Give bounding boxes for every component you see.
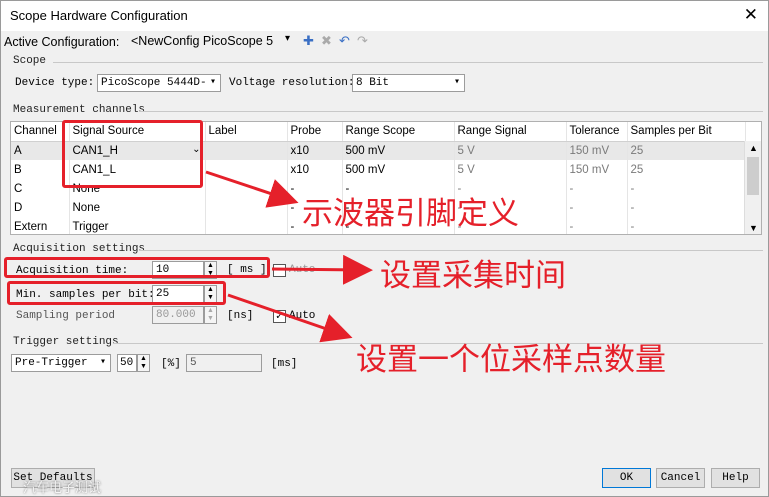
annotation-arrows [205,170,373,343]
arrow-acquisition-time [271,254,373,285]
arrow-min-samples [227,293,353,343]
annotation-pin-definition: 示波器引脚定义 [302,196,519,231]
annotation-acquisition-time: 设置采集时间 [380,258,566,293]
annotation-samples-per-bit: 设置一个位采样点数量 [356,342,666,377]
arrow-signal-source [205,170,299,208]
